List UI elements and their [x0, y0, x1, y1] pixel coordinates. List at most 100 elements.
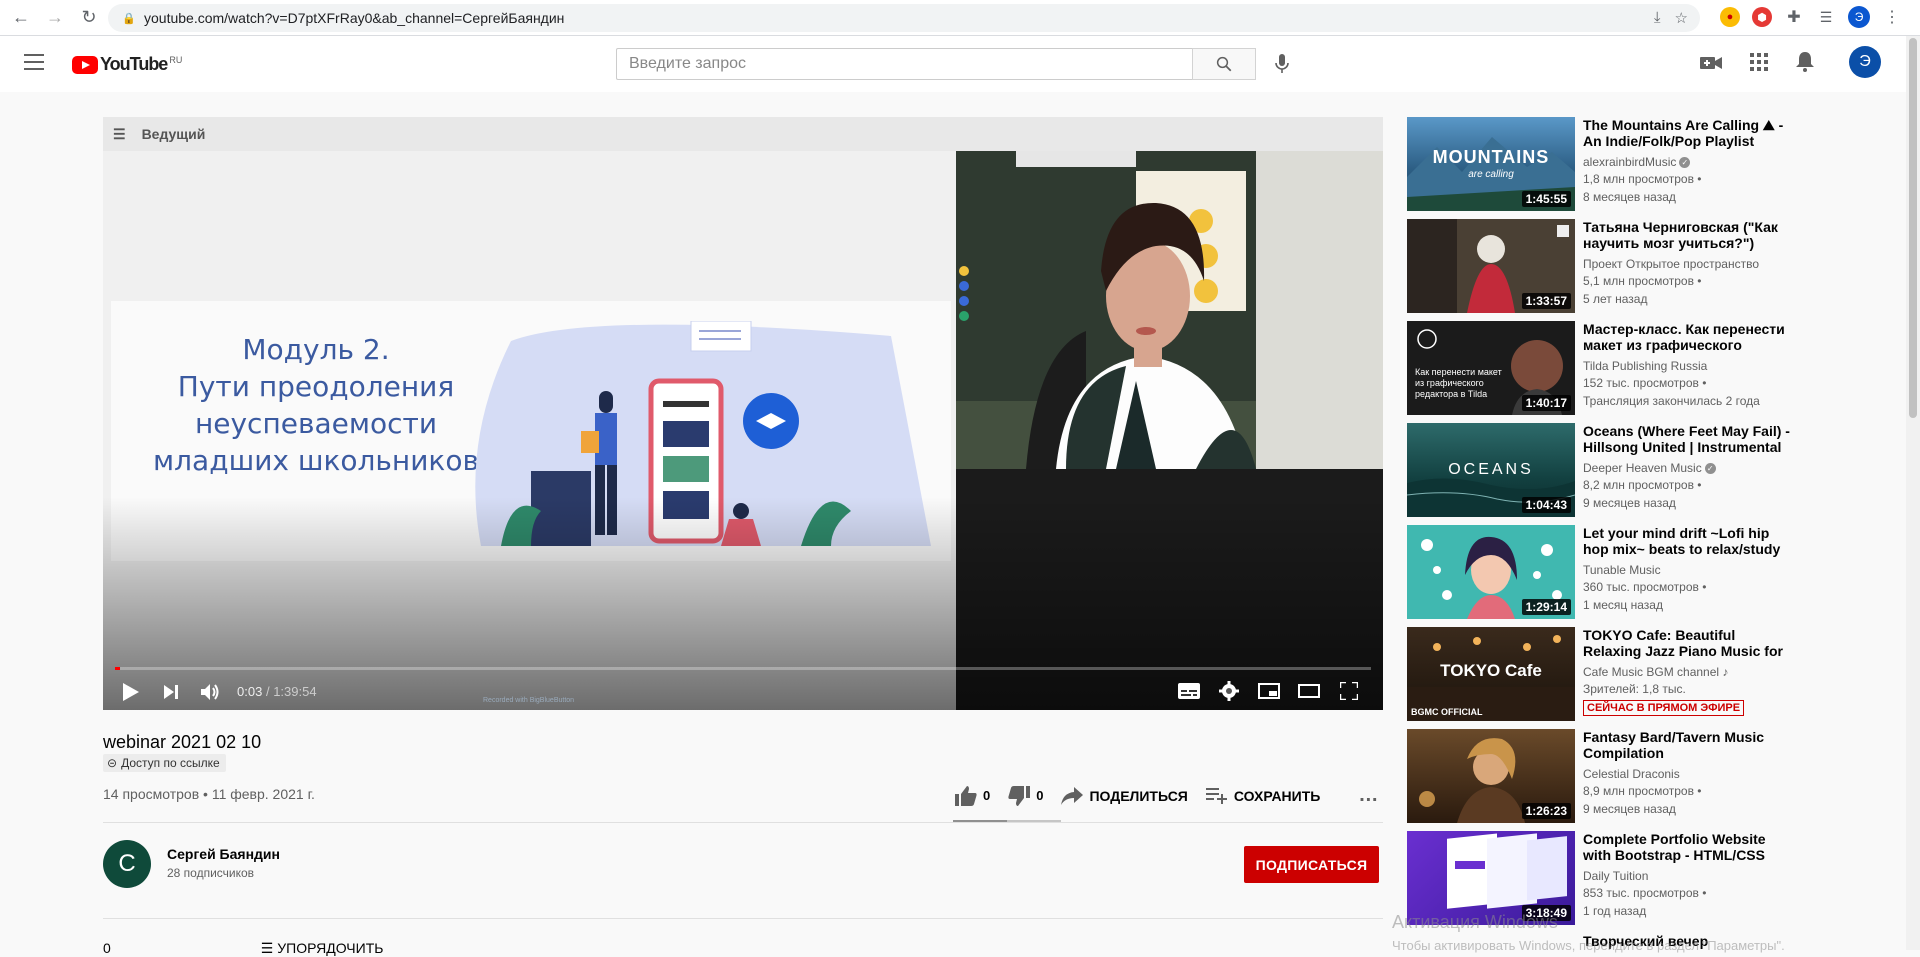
playlist-add-icon [1205, 787, 1227, 804]
subscribe-button[interactable]: ПОДПИСАТЬСЯ [1244, 846, 1379, 883]
create-video-icon[interactable] [1700, 54, 1722, 77]
recommendation-channel[interactable]: Tilda Publishing Russia [1583, 358, 1793, 374]
recommendation-item[interactable]: TOKYO Cafe BGMC OFFICIAL TOKYO Cafe: Bea… [1407, 627, 1787, 721]
slide-title-line: Пути преодоления [177, 370, 455, 403]
sort-comments-button[interactable]: ☰ УПОРЯДОЧИТЬ [261, 940, 384, 957]
thumbnail-text: Как перенести макет из графического реда… [1415, 367, 1502, 399]
recommendation-channel[interactable]: Celestial Draconis [1583, 766, 1793, 782]
youtube-play-logo-icon [72, 55, 98, 74]
search-button[interactable] [1192, 48, 1256, 80]
recommendation-item[interactable]: 1:29:14 Let your mind drift ~Lofi hip ho… [1407, 525, 1787, 619]
video-player[interactable]: ☰ Ведущий Модуль 2. Пути преодоления неу… [103, 117, 1383, 710]
presenter-menu-icon: ☰ [113, 125, 126, 142]
address-bar[interactable]: 🔒 youtube.com/watch?v=D7ptXFrRay0&ab_cha… [108, 4, 1700, 32]
user-avatar[interactable]: Э [1849, 46, 1881, 78]
notifications-bell-icon[interactable] [1796, 52, 1814, 78]
recommendation-views: 152 тыс. просмотров • [1583, 376, 1707, 390]
recommendation-channel[interactable]: Deeper Heaven Music [1583, 461, 1702, 475]
video-thumbnail[interactable]: MOUNTAINS are calling 1:45:55 [1407, 117, 1575, 211]
video-thumbnail[interactable]: 1:26:23 [1407, 729, 1575, 823]
progress-bar[interactable] [115, 667, 1371, 670]
reload-icon[interactable]: ↻ [76, 5, 102, 31]
play-icon[interactable] [111, 674, 151, 710]
miniplayer-icon[interactable] [1249, 673, 1289, 709]
like-button[interactable]: 0 [955, 785, 990, 806]
thumbnail-text: TOKYO Cafe [1440, 661, 1542, 680]
logo-text: YouTube [100, 54, 168, 74]
recommendation-title[interactable]: Oceans (Where Feet May Fail) - Hillsong … [1583, 423, 1793, 455]
extension-adblock-icon[interactable]: ⬢ [1752, 7, 1772, 27]
extensions-puzzle-icon[interactable]: ✚ [1784, 7, 1804, 27]
recommendation-title[interactable]: Complete Portfolio Website with Bootstra… [1583, 831, 1793, 863]
recommendation-item[interactable]: 3:18:49 Complete Portfolio Website with … [1407, 831, 1787, 925]
recommendation-title[interactable]: Татьяна Черниговская ("Как научить мозг … [1583, 219, 1793, 251]
save-button[interactable]: СОХРАНИТЬ [1205, 787, 1321, 804]
save-label: СОХРАНИТЬ [1233, 787, 1321, 804]
video-duration: 1:29:14 [1521, 599, 1571, 615]
recommendation-channel[interactable]: Tunable Music [1583, 562, 1793, 578]
recommendation-channel[interactable]: Daily Tuition [1583, 868, 1793, 884]
webcam-image [956, 151, 1383, 469]
forward-arrow-icon[interactable]: → [42, 5, 68, 31]
video-thumbnail[interactable]: 1:29:14 [1407, 525, 1575, 619]
menu-hamburger-icon[interactable] [24, 54, 44, 70]
more-actions-icon[interactable]: … [1358, 784, 1378, 807]
bookmark-star-icon[interactable]: ☆ [1675, 9, 1688, 27]
video-duration: 1:40:17 [1521, 395, 1571, 411]
slide-title-line: младших школьников [153, 444, 479, 477]
video-thumbnail[interactable]: OCEANS 1:04:43 [1407, 423, 1575, 517]
share-button[interactable]: ПОДЕЛИТЬСЯ [1061, 786, 1188, 805]
fullscreen-icon[interactable] [1329, 673, 1369, 709]
video-thumbnail[interactable]: Как перенести макет из графического реда… [1407, 321, 1575, 415]
apps-grid-icon[interactable] [1750, 53, 1768, 77]
unlisted-badge: ⊝ Доступ по ссылке [103, 754, 226, 772]
recommendation-title[interactable]: Fantasy Bard/Tavern Music Compilation [1583, 729, 1793, 761]
recommendation-title[interactable]: The Mountains Are Calling ⛰ - An Indie/F… [1583, 117, 1793, 149]
browser-menu-icon[interactable]: ⋮ [1882, 7, 1902, 27]
page-scrollbar[interactable] [1906, 36, 1920, 950]
recommendation-title[interactable]: Мастер-класс. Как перенести макет из гра… [1583, 321, 1793, 353]
recommendation-channel[interactable]: Проект Открытое пространство [1583, 256, 1793, 272]
channel-avatar[interactable]: С [103, 840, 151, 888]
recommendation-channel[interactable]: Cafe Music BGM channel ♪ [1583, 664, 1793, 680]
volume-icon[interactable] [191, 674, 231, 710]
recommendation-item[interactable]: Как перенести макет из графического реда… [1407, 321, 1787, 415]
extension-coin-icon[interactable]: ● [1720, 7, 1740, 27]
recommendation-item[interactable]: OCEANS 1:04:43 Oceans (Where Feet May Fa… [1407, 423, 1790, 517]
reading-list-icon[interactable]: ☰ [1816, 7, 1836, 27]
recommendation-age: Трансляция закончилась 2 года [1583, 394, 1760, 408]
youtube-logo[interactable]: YouTube RU [72, 54, 182, 75]
video-duration: 1:33:57 [1521, 293, 1571, 309]
recommendation-title[interactable]: TOKYO Cafe: Beautiful Relaxing Jazz Pian… [1583, 627, 1793, 659]
subtitles-icon[interactable] [1169, 673, 1209, 709]
settings-gear-icon[interactable] [1209, 673, 1249, 709]
next-video-icon[interactable] [151, 674, 191, 710]
install-app-icon[interactable]: ⤓ [1654, 9, 1661, 27]
views-and-date: 14 просмотров • 11 февр. 2021 г. [103, 786, 315, 802]
recommendation-item[interactable]: 1:33:57 Татьяна Черниговская ("Как научи… [1407, 219, 1787, 313]
thumbnail-text: MOUNTAINS [1432, 147, 1550, 167]
recommendation-age: 8 месяцев назад [1583, 190, 1676, 204]
browser-profile-avatar[interactable]: Э [1848, 6, 1870, 28]
scrollbar-thumb[interactable] [1909, 38, 1917, 418]
recommendation-item[interactable]: 1:26:23 Fantasy Bard/Tavern Music Compil… [1407, 729, 1787, 823]
video-thumbnail[interactable]: TOKYO Cafe BGMC OFFICIAL [1407, 627, 1575, 721]
voice-search-icon[interactable] [1268, 50, 1296, 78]
recommendation-item[interactable]: MOUNTAINS are calling 1:45:55 The Mounta… [1407, 117, 1787, 211]
time-display: 0:03 / 1:39:54 [237, 684, 317, 699]
recommendation-title[interactable]: Let your mind drift ~Lofi hip hop mix~ b… [1583, 525, 1793, 557]
video-actions: 0 0 ПОДЕЛИТЬСЯ СОХРАНИТЬ … [955, 784, 1378, 807]
video-thumbnail[interactable]: 1:33:57 [1407, 219, 1575, 313]
video-thumbnail[interactable]: 3:18:49 [1407, 831, 1575, 925]
back-arrow-icon[interactable]: ← [8, 5, 34, 31]
thumbnail-subtext: BGMC OFFICIAL [1411, 707, 1483, 717]
dislike-button[interactable]: 0 [1008, 785, 1043, 806]
recommendation-channel[interactable]: alexrainbirdMusic [1583, 155, 1676, 169]
theater-mode-icon[interactable] [1289, 673, 1329, 709]
recommendation-views: 8,9 млн просмотров • [1583, 784, 1702, 798]
search-input[interactable]: Введите запрос [616, 48, 1192, 80]
recommendation-age: 5 лет назад [1583, 292, 1648, 306]
verified-icon: ✓ [1679, 157, 1691, 169]
channel-name[interactable]: Сергей Баяндин [167, 846, 280, 862]
slide-title-line: неуспеваемости [194, 407, 438, 440]
